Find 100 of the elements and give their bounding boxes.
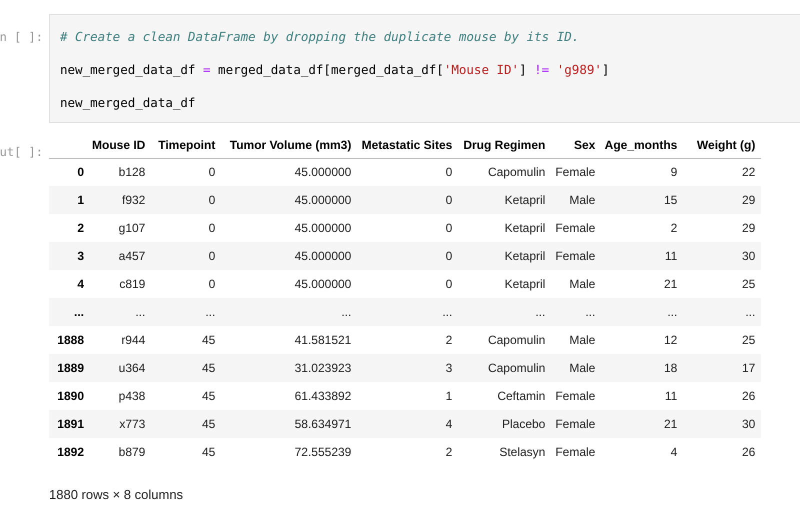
table-cell: 30	[683, 242, 762, 270]
table-cell: Placebo	[458, 410, 552, 438]
table-cell: 45	[151, 410, 222, 438]
table-cell: 4	[601, 438, 684, 466]
table-cell: Male	[551, 354, 602, 382]
table-cell: 45.000000	[221, 270, 358, 298]
table-cell: 45.000000	[221, 242, 358, 270]
table-cell: 11	[601, 382, 684, 410]
table-cell: ...	[551, 298, 602, 326]
row-index: 1891	[49, 410, 92, 438]
row-index: 1890	[49, 382, 92, 410]
table-cell: r944	[92, 326, 152, 354]
row-index: 1888	[49, 326, 92, 354]
table-cell: 21	[601, 410, 684, 438]
table-cell: Ceftamin	[458, 382, 552, 410]
code-line: # Create a clean DataFrame by dropping the duplicate mouse by its ID.	[60, 28, 580, 46]
table-cell: 31.023923	[221, 354, 358, 382]
table-cell: 0	[151, 214, 222, 242]
row-index: 1892	[49, 438, 92, 466]
table-cell: 0	[357, 186, 458, 214]
table-cell: 0	[357, 242, 458, 270]
table-cell: u364	[92, 354, 152, 382]
table-cell: ...	[92, 298, 152, 326]
table-cell: ...	[683, 298, 762, 326]
table-cell: x773	[92, 410, 152, 438]
row-index: 0	[49, 158, 92, 186]
table-cell: 2	[601, 214, 684, 242]
table-cell: b879	[92, 438, 152, 466]
table-cell: 18	[601, 354, 684, 382]
table-cell: 0	[151, 242, 222, 270]
column-header: Timepoint	[151, 132, 222, 158]
table-cell: ...	[151, 298, 222, 326]
table-cell: p438	[92, 382, 152, 410]
table-cell: 15	[601, 186, 684, 214]
table-cell: 26	[683, 438, 762, 466]
table-cell: 2	[357, 438, 458, 466]
table-cell: Capomulin	[458, 354, 552, 382]
table-cell: Capomulin	[458, 158, 552, 186]
table-cell: Female	[551, 382, 602, 410]
table-cell: 26	[683, 382, 762, 410]
table-cell: Male	[551, 270, 602, 298]
table-cell: 0	[151, 158, 222, 186]
column-header: Drug Regimen	[458, 132, 552, 158]
table-cell: 72.555239	[221, 438, 358, 466]
table-cell: c819	[92, 270, 152, 298]
table-cell: 3	[357, 354, 458, 382]
table-cell: 25	[683, 270, 762, 298]
table-cell: 25	[683, 326, 762, 354]
column-header: Mouse ID	[92, 132, 152, 158]
table-cell: b128	[92, 158, 152, 186]
column-header: Tumor Volume (mm3)	[221, 132, 358, 158]
column-header: Age_months	[601, 132, 684, 158]
table-cell: 30	[683, 410, 762, 438]
table-cell: 61.433892	[221, 382, 358, 410]
row-index: 3	[49, 242, 92, 270]
table-cell: Male	[551, 186, 602, 214]
table-cell: 21	[601, 270, 684, 298]
code-line: new_merged_data_df = merged_data_df[merged_data_df['Mouse ID'] != 'g989']	[60, 61, 610, 79]
table-cell: 12	[601, 326, 684, 354]
table-cell: 45.000000	[221, 158, 358, 186]
column-header: Metastatic Sites	[357, 132, 458, 158]
table-cell: 45.000000	[221, 186, 358, 214]
table-cell: 4	[357, 410, 458, 438]
table-summary: 1880 rows × 8 columns	[49, 486, 184, 504]
table-cell: Male	[551, 326, 602, 354]
table-cell: 1	[357, 382, 458, 410]
table-cell: 29	[683, 186, 762, 214]
column-header: Sex	[551, 132, 602, 158]
table-cell: 45	[151, 326, 222, 354]
table-cell: 22	[683, 158, 762, 186]
table-cell: ...	[601, 298, 684, 326]
column-header: Weight (g)	[683, 132, 762, 158]
table-cell: 0	[357, 158, 458, 186]
table-cell: Ketapril	[458, 214, 552, 242]
table-cell: a457	[92, 242, 152, 270]
input-prompt: n [ ]:	[0, 29, 44, 46]
table-cell: Ketapril	[458, 270, 552, 298]
code-cell[interactable]: # Create a clean DataFrame by dropping the duplicate mouse by its ID. new_merged_data_df = merged_data_df[merged_data_df['Mouse ID'] != 'g989'] new_merged_data_df	[49, 14, 800, 123]
table-cell: f932	[92, 186, 152, 214]
row-index: 4	[49, 270, 92, 298]
table-cell: 2	[357, 326, 458, 354]
table-cell: Ketapril	[458, 242, 552, 270]
output-prompt: ut[ ]:	[0, 144, 44, 161]
table-cell: 9	[601, 158, 684, 186]
row-index: 1	[49, 186, 92, 214]
table-cell: 17	[683, 354, 762, 382]
table-cell: ...	[458, 298, 552, 326]
table-cell: 0	[151, 270, 222, 298]
table-cell: Female	[551, 158, 602, 186]
row-index: ...	[49, 298, 92, 326]
table-cell: ...	[357, 298, 458, 326]
table-cell: Female	[551, 242, 602, 270]
table-cell: ...	[221, 298, 358, 326]
table-cell: Female	[551, 438, 602, 466]
table-cell: Capomulin	[458, 326, 552, 354]
table-cell: g107	[92, 214, 152, 242]
code-line: new_merged_data_df	[60, 94, 196, 112]
row-index: 2	[49, 214, 92, 242]
table-cell: 29	[683, 214, 762, 242]
table-cell: 58.634971	[221, 410, 358, 438]
